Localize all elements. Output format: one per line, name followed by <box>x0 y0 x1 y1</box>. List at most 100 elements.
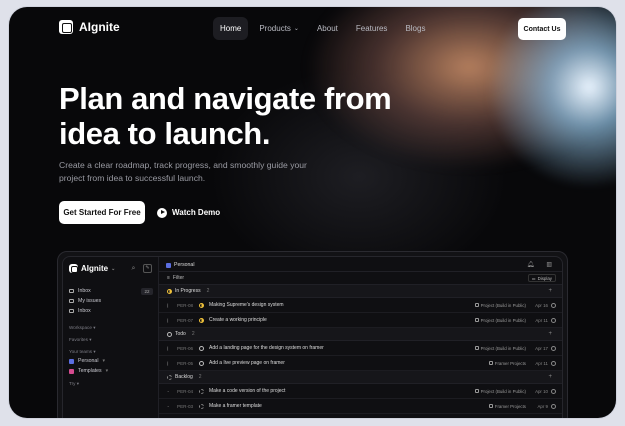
sidebar-team-templates[interactable]: Templates ▾ <box>69 368 108 374</box>
filter-label: Filter <box>172 275 185 281</box>
sidebar-section-try[interactable]: Try ▾ <box>69 381 79 387</box>
sidebar-section-favorites[interactable]: Favorites ▾ <box>69 337 92 343</box>
issue-title: Make a framer template <box>209 403 262 409</box>
assignee-icon[interactable] <box>551 302 556 308</box>
add-issue-icon[interactable]: + <box>548 374 552 380</box>
status-backlog-icon[interactable] <box>199 388 204 394</box>
search-icon[interactable]: ⌕ <box>129 264 138 273</box>
status-in-progress-icon[interactable] <box>199 302 204 308</box>
group-count: 2 <box>191 331 195 337</box>
compose-icon[interactable]: ✎ <box>143 264 152 273</box>
project-icon <box>488 404 493 408</box>
filter-button[interactable]: ≡ Filter <box>167 275 184 281</box>
group-header-in-progress[interactable]: In Progress 2 + <box>159 285 562 298</box>
nav-link-label: Home <box>220 24 242 33</box>
chevron-down-icon: ▾ <box>105 368 109 374</box>
sidebar-item-label: Inbox <box>78 308 91 314</box>
project-icon <box>474 389 479 393</box>
sidebar-section-teams[interactable]: Your teams ▾ <box>69 349 96 355</box>
nav-link-label: About <box>316 24 338 33</box>
group-label: Todo <box>175 331 186 337</box>
app-preview: AIgnite ⌄ ⌕ ✎ Inbox 22 My issues Inbox W… <box>57 251 568 418</box>
project-tag[interactable]: Framer Projects <box>488 361 526 366</box>
inbox-icon <box>69 289 74 293</box>
chevron-down-icon: ⌄ <box>111 265 116 272</box>
sidebar-item-my-issues[interactable]: My issues <box>69 298 101 304</box>
status-todo-icon[interactable] <box>199 360 204 366</box>
issue-title: Add a live preview page on framer <box>209 360 285 366</box>
project-tag[interactable]: Project (Build in Public) <box>474 303 526 308</box>
sidebar-tools: ⌕ ✎ <box>129 264 152 273</box>
group-header-todo[interactable]: Todo 2 + <box>159 328 562 341</box>
priority-icon: ··· <box>167 403 169 409</box>
assignee-icon[interactable] <box>551 345 556 351</box>
project-tag[interactable]: Project (Build in Public) <box>474 317 526 323</box>
nav-link-blogs[interactable]: Blogs <box>398 17 432 40</box>
issue-title: Create a working principle <box>209 317 267 323</box>
project-tag[interactable]: Framer Projects <box>488 404 526 409</box>
logo-icon <box>69 264 78 273</box>
assignee-icon[interactable] <box>551 317 556 323</box>
issue-id: PER-03 <box>177 403 194 409</box>
sidebar-item-inbox[interactable]: Inbox <box>69 288 91 294</box>
status-todo-icon[interactable] <box>199 345 204 351</box>
brand-name: AIgnite <box>79 20 120 34</box>
issue-date: Apr 17 <box>535 345 548 351</box>
section-label: Your teams <box>69 349 93 354</box>
sidebar-section-workspace[interactable]: Workspace ▾ <box>69 325 96 331</box>
sidebar-team-personal[interactable]: Personal ▾ <box>69 358 105 364</box>
assignee-icon[interactable] <box>551 403 556 409</box>
watch-demo-button[interactable]: Watch Demo <box>157 201 220 224</box>
group-header-backlog[interactable]: Backlog 2 + <box>159 371 562 384</box>
table-row[interactable]: ··· PER-03 Make a framer template Framer… <box>159 399 562 414</box>
panel-header: Personal 🔔︎ ▥ <box>159 257 562 272</box>
issue-date: Apr 9 <box>537 403 549 409</box>
play-icon <box>157 207 167 218</box>
group-count: 2 <box>206 288 210 294</box>
bell-icon[interactable]: 🔔︎ <box>527 261 535 268</box>
filter-icon: ≡ <box>167 275 170 281</box>
backlog-icon <box>167 374 172 380</box>
layout-icon[interactable]: ▥ <box>546 261 552 268</box>
priority-icon: ıl| <box>167 345 168 351</box>
table-row[interactable]: ıl| PER-07 Create a working principle Pr… <box>159 313 562 328</box>
nav-link-label: Products <box>259 24 291 33</box>
project-tag[interactable]: Project (Build in Public) <box>474 346 526 351</box>
nav-link-about[interactable]: About <box>310 17 345 40</box>
project-label: Project (Build in Public) <box>480 317 526 323</box>
nav-links: Home Products ⌄ About Features Blogs <box>213 17 432 40</box>
sidebar-brand[interactable]: AIgnite ⌄ <box>69 264 115 273</box>
contact-us-button[interactable]: Contact Us <box>518 18 566 40</box>
brand-logo[interactable]: AIgnite <box>59 20 120 34</box>
table-row[interactable]: ··· PER-04 Make a code version of the pr… <box>159 384 562 399</box>
issue-id: PER-05 <box>177 360 194 366</box>
assignee-icon[interactable] <box>551 360 556 366</box>
issue-date: Apr 16 <box>535 302 548 308</box>
section-label: Workspace <box>69 325 92 330</box>
sliders-icon: ⚌ <box>531 276 536 281</box>
display-label: Display <box>537 276 552 281</box>
sidebar-brand-name: AIgnite <box>81 264 109 273</box>
nav-link-home[interactable]: Home <box>213 17 249 40</box>
nav-link-label: Features <box>355 24 388 33</box>
status-backlog-icon[interactable] <box>199 403 204 409</box>
status-in-progress-icon[interactable] <box>199 317 204 323</box>
table-row[interactable]: ıl| PER-05 Add a live preview page on fr… <box>159 356 562 371</box>
assignee-icon[interactable] <box>551 388 556 394</box>
filter-bar: ≡ Filter ⚌ Display <box>159 272 562 285</box>
team-color-icon <box>69 358 74 364</box>
breadcrumb[interactable]: Personal <box>166 262 194 268</box>
add-issue-icon[interactable]: + <box>548 331 552 337</box>
get-started-button[interactable]: Get Started For Free <box>59 201 145 224</box>
display-button[interactable]: ⚌ Display <box>527 274 556 282</box>
inbox-count-badge: 22 <box>141 288 153 295</box>
project-tag[interactable]: Project (Build in Public) <box>474 389 526 394</box>
table-row[interactable]: ıl| PER-08 Making Supreme's design syste… <box>159 298 562 313</box>
sidebar-item-inbox-2[interactable]: Inbox <box>69 308 91 314</box>
project-icon <box>488 361 493 365</box>
table-row[interactable]: ıl| PER-06 Add a landing page for the de… <box>159 341 562 356</box>
nav-link-features[interactable]: Features <box>349 17 395 40</box>
add-issue-icon[interactable]: + <box>548 288 552 294</box>
nav-link-products[interactable]: Products ⌄ <box>252 17 306 40</box>
chevron-down-icon: ▾ <box>89 337 92 342</box>
